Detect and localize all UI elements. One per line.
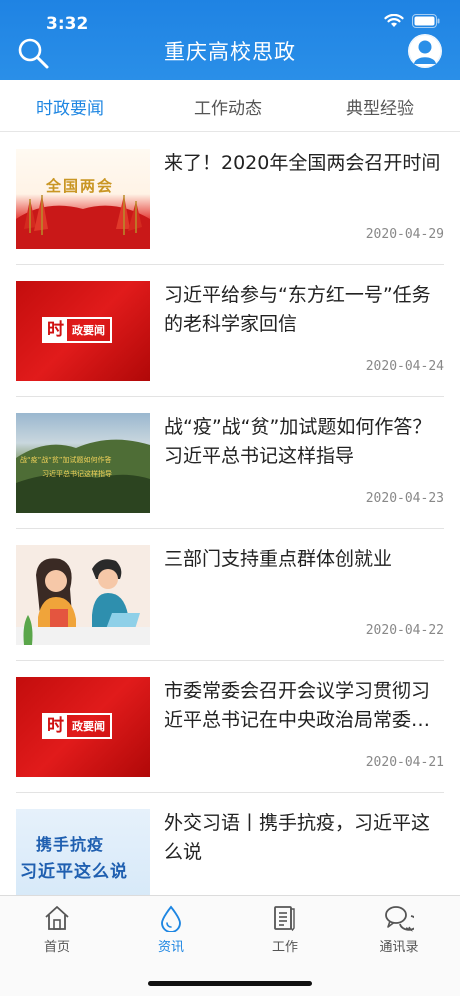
list-item[interactable]: 全国两会 来了！2020年全国两会召开时间 2020-04-29: [16, 133, 444, 265]
article-title: 来了！2020年全国两会召开时间: [164, 152, 441, 174]
article-date: 2020-04-24: [365, 359, 444, 374]
list-item[interactable]: 携手抗疫 习近平这么说 外交习语丨携手抗疫，习近平这么说: [16, 793, 444, 895]
nav-work[interactable]: 工作: [245, 904, 325, 955]
droplet-icon: [161, 905, 181, 932]
news-badge: 时 政要闻: [42, 713, 112, 739]
document-icon: [274, 906, 295, 932]
list-item[interactable]: 时 政要闻 市委常委会召开会议学习贯彻习近平总书记在中央政治局常委会会议上的重要…: [16, 661, 444, 793]
list-item[interactable]: 三部门支持重点群体创就业 2020-04-22: [16, 529, 444, 661]
article-thumbnail: [16, 545, 150, 645]
article-thumbnail: 战“疫”战“贫”加试题如何作答 习近平总书记这样指导: [16, 413, 150, 513]
chat-icon: [385, 906, 414, 932]
thumbnail-caption: 习近平这么说: [20, 862, 128, 882]
battery-icon: [412, 14, 440, 28]
status-time: 3:32: [46, 14, 89, 34]
nav-news[interactable]: 资讯: [131, 904, 211, 955]
article-list: 全国两会 来了！2020年全国两会召开时间 2020-04-29 时 政要闻 习…: [0, 133, 460, 895]
app-header: 3:32 重庆高校思政: [0, 0, 460, 80]
user-avatar-icon: [408, 34, 442, 68]
article-thumbnail: 时 政要闻: [16, 281, 150, 381]
nav-contacts[interactable]: 通讯录: [359, 904, 439, 955]
thumbnail-caption: 战“疫”战“贫”加试题如何作答: [20, 456, 112, 464]
status-icons: [384, 14, 440, 28]
article-date: 2020-04-29: [365, 227, 444, 242]
article-date: 2020-04-22: [365, 623, 444, 638]
article-title: 战“疫”战“贫”加试题如何作答？习近平总书记这样指导: [164, 416, 432, 467]
article-title: 习近平给参与“东方红一号”任务的老科学家回信: [164, 284, 431, 335]
app-title: 重庆高校思政: [164, 40, 296, 64]
article-date: 2020-04-23: [365, 491, 444, 506]
category-tabs: 时政要闻 工作动态 典型经验: [0, 80, 460, 132]
nav-home[interactable]: 首页: [17, 904, 97, 955]
article-date: 2020-04-21: [365, 755, 444, 770]
thumbnail-caption: 携手抗疫: [36, 835, 105, 854]
article-thumbnail: 全国两会: [16, 149, 150, 249]
wifi-icon: [384, 14, 404, 28]
article-thumbnail: 时 政要闻: [16, 677, 150, 777]
tab-typical-experience[interactable]: 典型经验: [346, 94, 414, 119]
news-badge: 时 政要闻: [42, 317, 112, 343]
flags-illustration: [16, 195, 150, 249]
tab-news[interactable]: 时政要闻: [36, 94, 104, 119]
article-title: 外交习语丨携手抗疫，习近平这么说: [164, 812, 431, 863]
home-indicator: [148, 981, 312, 986]
article-title: 市委常委会召开会议学习贯彻习近平总书记在中央政治局常委会会议上的重要讲话精神: [164, 680, 431, 731]
thumbnail-caption: 全国两会: [46, 177, 115, 195]
article-title: 三部门支持重点群体创就业: [164, 548, 393, 570]
article-thumbnail: 携手抗疫 习近平这么说: [16, 809, 150, 895]
list-item[interactable]: 战“疫”战“贫”加试题如何作答 习近平总书记这样指导 战“疫”战“贫”加试题如何…: [16, 397, 444, 529]
people-illustration: [16, 558, 150, 645]
list-item[interactable]: 时 政要闻 习近平给参与“东方红一号”任务的老科学家回信 2020-04-24: [16, 265, 444, 397]
thumbnail-caption: 习近平总书记这样指导: [42, 470, 112, 478]
profile-button[interactable]: [408, 34, 442, 68]
home-icon: [45, 906, 69, 930]
tab-work-updates[interactable]: 工作动态: [194, 94, 262, 119]
